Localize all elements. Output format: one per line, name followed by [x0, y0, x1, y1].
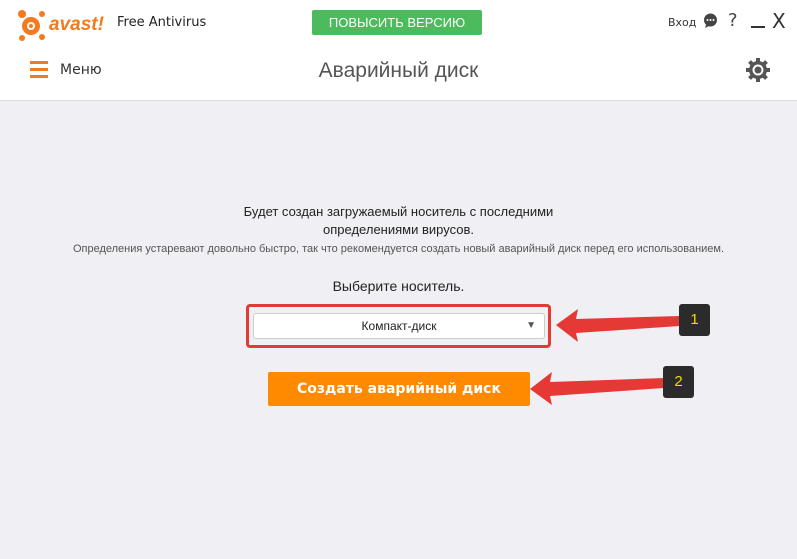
arrow-1 [556, 309, 680, 342]
annotation-badge-1: 1 [679, 304, 710, 336]
arrow-2 [530, 372, 664, 405]
annotation-arrows [530, 309, 680, 405]
annotation-badge-2: 2 [663, 366, 694, 398]
